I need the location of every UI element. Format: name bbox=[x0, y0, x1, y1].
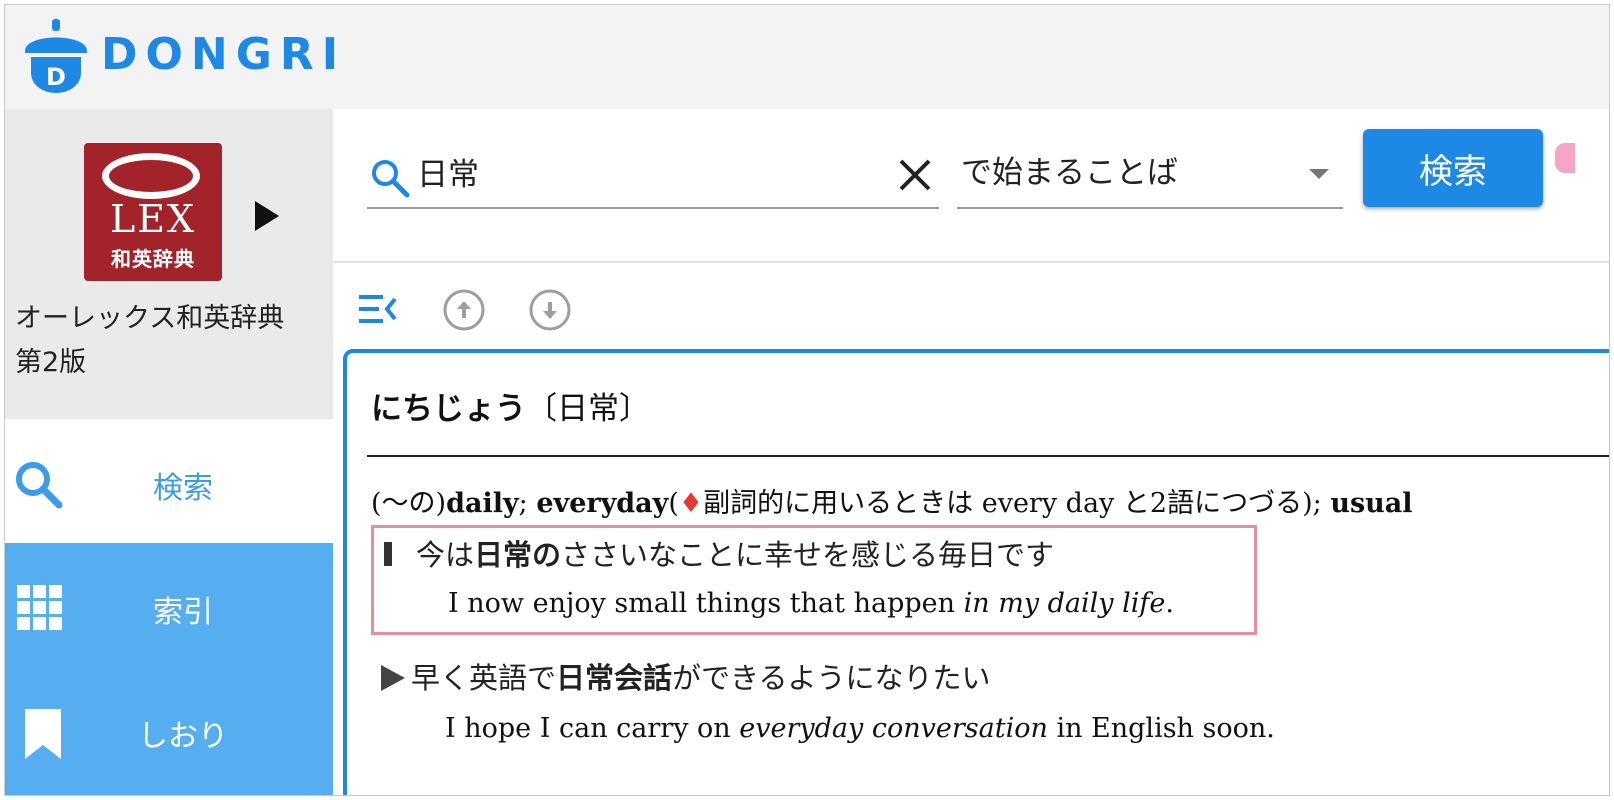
close-icon[interactable] bbox=[897, 157, 933, 193]
dictionary-name-line2: 第2版 bbox=[15, 347, 87, 378]
definition: (〜の)daily; everyday(♦副詞的に用いるときは every da… bbox=[371, 481, 1413, 520]
example-keyword: 日常の bbox=[474, 538, 562, 572]
divider bbox=[333, 261, 1609, 263]
sidebar: LEX 和英辞典 オーレックス和英辞典 第2版 検索 索引 しおり bbox=[5, 109, 333, 795]
search-mode-select[interactable]: で始まることば bbox=[957, 137, 1343, 209]
usage-note: 副詞的に用いるときは every day と2語につづる bbox=[703, 488, 1303, 519]
play-icon[interactable] bbox=[255, 201, 279, 231]
note-open: ( bbox=[668, 488, 679, 519]
headword: にちじょう〔日常〕 bbox=[371, 383, 650, 428]
arrow-down-circle-icon[interactable] bbox=[527, 287, 573, 337]
search-field bbox=[367, 137, 939, 209]
app-window: D DONGRI LEX 和英辞典 オーレックス和英辞典 第2版 検索 索引 し… bbox=[4, 4, 1610, 796]
sidebar-item-label: 索引 bbox=[153, 595, 213, 630]
highlighted-example: 今は日常のささいなことに幸せを感じる毎日です I now enjoy small… bbox=[371, 525, 1257, 635]
dictionary-logo: LEX 和英辞典 bbox=[84, 143, 222, 281]
example-text: . bbox=[1165, 588, 1174, 619]
sidebar-item-label: 検索 bbox=[153, 471, 213, 506]
logo-main-text: LEX bbox=[109, 197, 197, 241]
search-input[interactable] bbox=[417, 149, 877, 193]
example-japanese: 今は日常のささいなことに幸せを感じる毎日です bbox=[416, 532, 1054, 574]
example-text: ささいなことに幸せを感じる毎日です bbox=[561, 538, 1055, 572]
example-phrase: everyday conversation bbox=[739, 713, 1048, 744]
sidebar-item-index[interactable]: 索引 bbox=[5, 543, 333, 667]
dictionary-selector[interactable]: LEX 和英辞典 オーレックス和英辞典 第2版 bbox=[5, 109, 333, 419]
sidebar-item-search[interactable]: 検索 bbox=[5, 419, 333, 543]
menu-collapse-icon[interactable] bbox=[355, 287, 399, 335]
example-marker bbox=[384, 542, 392, 566]
brand-name: DONGRI bbox=[101, 29, 347, 80]
example-text: I hope I can carry on bbox=[445, 713, 740, 744]
sidebar-item-bookmark[interactable]: しおり bbox=[5, 667, 333, 795]
headword-kana: にちじょう bbox=[371, 391, 526, 427]
example-keyword: 日常会話 bbox=[556, 661, 673, 695]
main-panel: で始まることば 検索 bbox=[333, 109, 1609, 795]
partial-avatar bbox=[1555, 143, 1575, 173]
svg-text:D: D bbox=[46, 63, 66, 91]
example-text: in English soon. bbox=[1047, 713, 1275, 744]
logo-ring bbox=[102, 153, 200, 199]
dropdown-arrow-icon bbox=[1309, 169, 1329, 179]
example-phrase: in my daily life bbox=[963, 588, 1166, 619]
example-english: I hope I can carry on everyday conversat… bbox=[445, 713, 1275, 744]
sidebar-item-label: しおり bbox=[138, 719, 228, 754]
search-icon bbox=[369, 157, 411, 203]
example-text: 今は bbox=[416, 538, 475, 572]
definition-prefix: (〜の) bbox=[371, 488, 447, 519]
example-japanese: 早く英語で日常会話ができるようになりたい bbox=[381, 655, 990, 697]
example-text: 早く英語で bbox=[411, 661, 557, 695]
separator: ; bbox=[518, 488, 537, 519]
headword-rule bbox=[367, 455, 1609, 457]
app-header: D DONGRI bbox=[5, 5, 1609, 109]
dictionary-name-line1: オーレックス和英辞典 bbox=[15, 303, 285, 334]
example-text: ができるようになりたい bbox=[672, 661, 991, 695]
diamond-icon: ♦ bbox=[678, 488, 704, 519]
acorn-logo-icon: D bbox=[23, 19, 89, 99]
dictionary-entry: にちじょう〔日常〕 (〜の)daily; everyday(♦副詞的に用いるとき… bbox=[343, 349, 1609, 795]
example-text: I now enjoy small things that happen bbox=[448, 588, 964, 619]
translation-usual: usual bbox=[1330, 488, 1413, 519]
note-close: ); bbox=[1302, 488, 1322, 519]
search-button[interactable]: 検索 bbox=[1363, 129, 1543, 207]
dictionary-name: オーレックス和英辞典 第2版 bbox=[15, 297, 325, 385]
translation-daily: daily bbox=[446, 488, 519, 519]
triangle-marker-icon bbox=[381, 665, 405, 691]
translation-everyday: everyday bbox=[536, 488, 669, 519]
logo-sub-text: 和英辞典 bbox=[111, 247, 195, 271]
arrow-up-circle-icon[interactable] bbox=[441, 287, 487, 337]
example-english: I now enjoy small things that happen in … bbox=[448, 588, 1174, 619]
search-mode-value: で始まることば bbox=[961, 155, 1178, 191]
headword-kanji: 〔日常〕 bbox=[526, 391, 650, 427]
